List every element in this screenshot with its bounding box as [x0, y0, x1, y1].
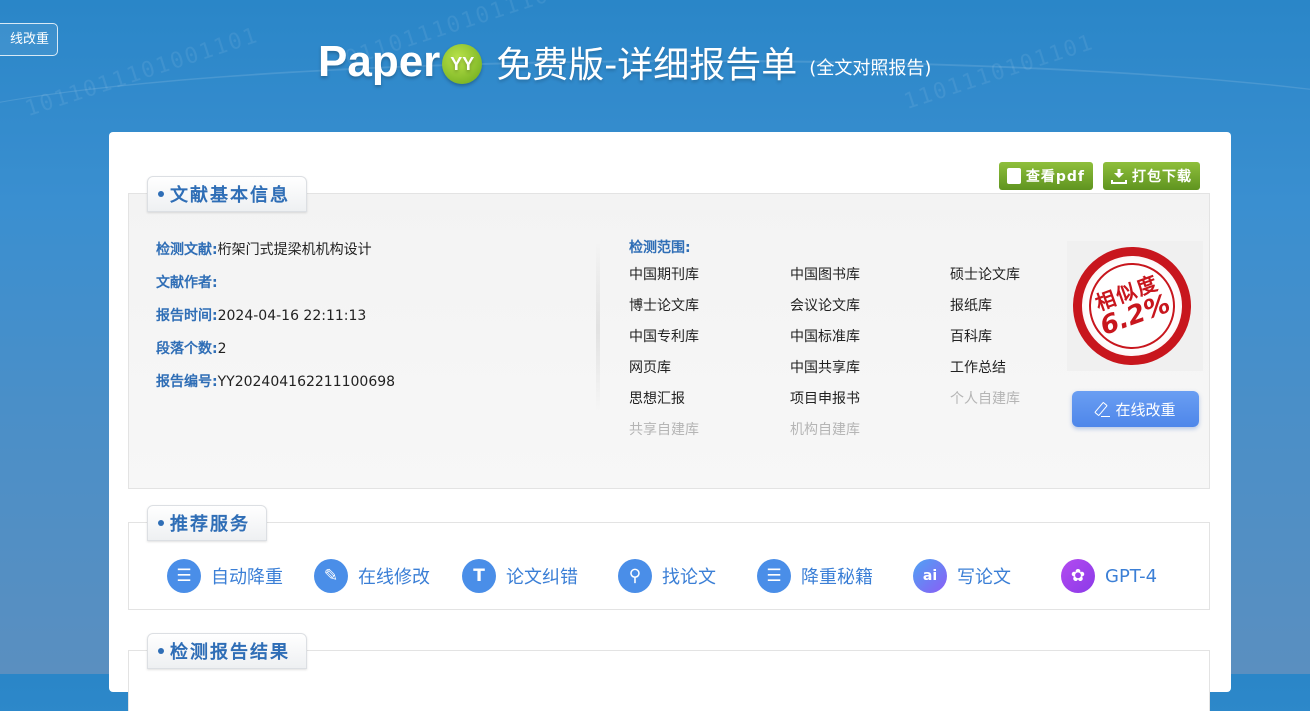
- page-subtitle: (全文对照报告): [809, 58, 932, 79]
- download-package-button[interactable]: 打包下载: [1103, 162, 1200, 190]
- ai-icon: ai: [913, 559, 947, 593]
- auto-reduce-icon: ☰: [167, 559, 201, 593]
- online-edit-side-button[interactable]: 线改重: [0, 23, 58, 56]
- range-item: 中国图书库: [790, 267, 860, 283]
- range-item: 中国共享库: [790, 360, 860, 376]
- similarity-stamp: 相似度 6.2%: [1056, 230, 1208, 382]
- text-t-icon: T: [462, 559, 496, 593]
- paperyy-logo: Paper YY: [318, 37, 483, 87]
- range-item: 中国专利库: [629, 329, 699, 345]
- online-edit-button[interactable]: 在线改重: [1072, 391, 1199, 427]
- page-title: 免费版-详细报告单: [496, 45, 798, 86]
- service-find-paper[interactable]: ⚲ 找论文: [618, 559, 757, 593]
- recommend-list: ☰ 自动降重 ✎ 在线修改 T 论文纠错 ⚲ 找论文 ☰ 降重秘籍 ai 写论文: [167, 559, 1157, 593]
- field-author: 文献作者:: [156, 275, 218, 291]
- range-item: 中国期刊库: [629, 267, 699, 283]
- service-proofread[interactable]: T 论文纠错: [462, 559, 618, 593]
- service-reduce-guide[interactable]: ☰ 降重秘籍: [757, 559, 913, 593]
- download-icon: [1111, 168, 1127, 184]
- field-paragraph-count: 段落个数:2: [156, 341, 227, 357]
- tab-results: 检测报告结果: [147, 633, 307, 669]
- divider: [596, 242, 600, 412]
- range-item: 思想汇报: [629, 391, 685, 407]
- range-item-disabled: 共享自建库: [629, 422, 699, 438]
- recommend-section: 推荐服务 ☰ 自动降重 ✎ 在线修改 T 论文纠错 ⚲ 找论文 ☰ 降重秘籍 a…: [128, 505, 1210, 610]
- logo-mark-icon: YY: [442, 44, 483, 84]
- service-gpt4[interactable]: ✿ GPT-4: [1061, 559, 1157, 593]
- search-icon: ⚲: [618, 559, 652, 593]
- field-report-time: 报告时间:2024-04-16 22:11:13: [156, 308, 367, 324]
- report-actions: 查看pdf 打包下载: [998, 162, 1200, 190]
- service-online-edit[interactable]: ✎ 在线修改: [314, 559, 462, 593]
- field-report-number: 报告编号:YY202404162211100698: [156, 374, 396, 390]
- range-item-disabled: 个人自建库: [950, 391, 1020, 407]
- range-item: 博士论文库: [629, 298, 699, 314]
- pencil-icon: [1095, 402, 1111, 417]
- range-item: 百科库: [950, 329, 992, 345]
- range-item-disabled: 机构自建库: [790, 422, 860, 438]
- tab-recommend: 推荐服务: [147, 505, 267, 541]
- range-item: 会议论文库: [790, 298, 860, 314]
- service-write-paper[interactable]: ai 写论文: [913, 559, 1061, 593]
- reduce-guide-icon: ☰: [757, 559, 791, 593]
- pdf-icon: [1006, 168, 1021, 184]
- range-item: 项目申报书: [790, 391, 860, 407]
- service-auto-reduce[interactable]: ☰ 自动降重: [167, 559, 314, 593]
- basic-info-section: 文献基本信息 检测文献:桁架门式提梁机机构设计 文献作者: 报告时间:2024-…: [128, 176, 1210, 489]
- detection-range-title: 检测范围:: [629, 240, 691, 256]
- tab-basic-info: 文献基本信息: [147, 176, 307, 212]
- results-section: 检测报告结果: [128, 633, 1210, 711]
- range-item: 中国标准库: [790, 329, 860, 345]
- range-item: 工作总结: [950, 360, 1006, 376]
- range-item: 硕士论文库: [950, 267, 1020, 283]
- gpt-icon: ✿: [1061, 559, 1095, 593]
- report-header: Paper YY 免费版-详细报告单 (全文对照报告): [318, 34, 931, 90]
- pencil-icon: ✎: [314, 559, 348, 593]
- detection-range-list: 中国期刊库 中国图书库 硕士论文库 博士论文库 会议论文库 报纸库 中国专利库 …: [629, 266, 1070, 440]
- report-card: 查看pdf 打包下载 文献基本信息 检测文献:桁架门式提梁机机构设计 文献作者:…: [109, 132, 1231, 711]
- field-document: 检测文献:桁架门式提梁机机构设计: [156, 242, 372, 258]
- range-item: 网页库: [629, 360, 671, 376]
- range-item: 报纸库: [950, 298, 992, 314]
- view-pdf-button[interactable]: 查看pdf: [998, 162, 1093, 190]
